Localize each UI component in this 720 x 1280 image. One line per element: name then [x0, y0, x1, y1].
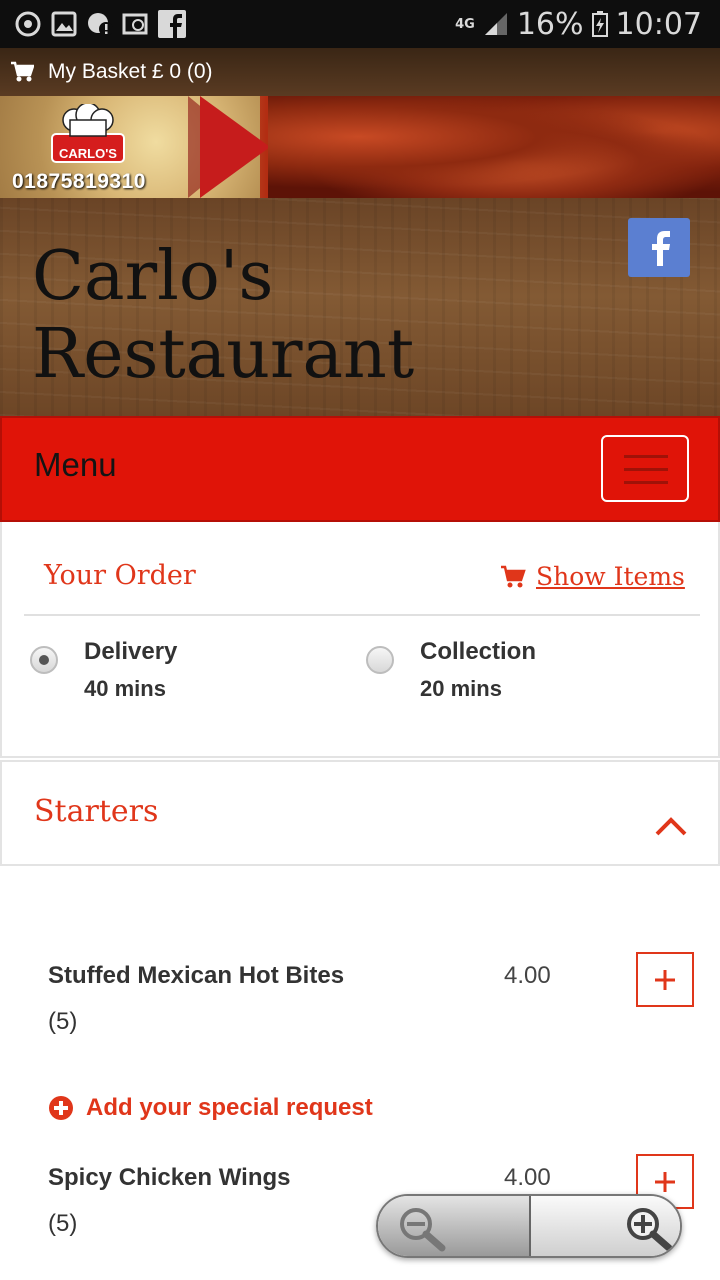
phone-number[interactable]: 01875819310: [12, 170, 146, 194]
cart-icon: [11, 61, 34, 82]
category-title: Starters: [34, 794, 159, 829]
restaurant-title: Carlo's Restaurant: [32, 238, 414, 394]
item-price: 4.00: [504, 962, 551, 989]
basket-summary[interactable]: My Basket £ 0 (0): [48, 60, 213, 84]
title-line-2: Restaurant: [32, 315, 415, 394]
delivery-radio[interactable]: [30, 646, 58, 674]
facebook-f-icon: [652, 230, 670, 266]
zoom-in-button[interactable]: [528, 1196, 680, 1256]
add-item-button[interactable]: [636, 952, 694, 1007]
network-type: 4G: [455, 16, 475, 32]
item-qty: (5): [48, 1008, 78, 1035]
radio-dot: [39, 655, 49, 665]
basket-bar[interactable]: My Basket £ 0 (0): [0, 48, 720, 96]
zoom-control: [376, 1194, 682, 1258]
order-panel: Your Order Show Items Delivery 40 mins C…: [0, 522, 720, 758]
title-line-1: Carlo's: [32, 237, 274, 316]
divider: [24, 614, 700, 616]
cart-icon: [501, 565, 526, 587]
status-bar: 4G 16% 10:07: [0, 0, 720, 48]
restaurant-logo: CARLO'S: [44, 102, 132, 168]
delivery-time: 40 mins: [84, 676, 166, 701]
chevron-up-icon[interactable]: [654, 808, 688, 842]
site-header: Carlo's Restaurant: [0, 198, 720, 416]
special-request-label[interactable]: Add your special request: [86, 1094, 373, 1122]
zoom-out-icon: [400, 1208, 446, 1252]
battery-icon: [591, 11, 608, 37]
hamburger-bar: [624, 468, 668, 471]
collection-time: 20 mins: [420, 676, 502, 701]
item-name: Spicy Chicken Wings: [48, 1164, 291, 1191]
hamburger-bar: [624, 455, 668, 458]
facebook-icon: [158, 10, 186, 38]
banner-chevron: [200, 96, 270, 198]
delivery-label[interactable]: Delivery: [84, 638, 177, 666]
special-request-link[interactable]: Add your special request: [48, 1094, 373, 1122]
item-qty: (5): [48, 1210, 78, 1237]
signal-icon: [484, 13, 507, 35]
banner-wings-image: [268, 96, 720, 198]
category-header-starters[interactable]: Starters: [0, 760, 720, 866]
plus-icon: [655, 969, 675, 990]
facebook-button[interactable]: [628, 218, 690, 277]
show-items-label[interactable]: Show Items: [536, 562, 685, 591]
collection-label[interactable]: Collection: [420, 638, 536, 666]
battery-level: 16%: [516, 6, 584, 42]
sync-icon: [15, 11, 41, 37]
item-name: Stuffed Mexican Hot Bites: [48, 962, 345, 989]
zoom-in-icon: [626, 1208, 673, 1252]
hamburger-bar: [624, 481, 668, 484]
logo-text: CARLO'S: [59, 146, 117, 161]
menu-label: Menu: [34, 446, 117, 483]
zoom-out-button[interactable]: [378, 1196, 529, 1256]
order-title: Your Order: [44, 560, 196, 591]
collection-radio[interactable]: [366, 646, 394, 674]
plus-circle-icon: [49, 1096, 73, 1120]
hero-banner: CARLO'S 01875819310: [0, 96, 720, 198]
email-icon: [122, 13, 148, 35]
show-items-link[interactable]: Show Items: [500, 562, 685, 591]
clock: 10:07: [615, 6, 702, 42]
hamburger-menu-button[interactable]: [601, 435, 689, 502]
gallery-icon: [51, 11, 77, 37]
item-price: 4.00: [504, 1164, 551, 1191]
menu-bar: Menu: [0, 416, 720, 522]
alert-icon: [88, 13, 113, 36]
plus-icon: [655, 1171, 675, 1192]
